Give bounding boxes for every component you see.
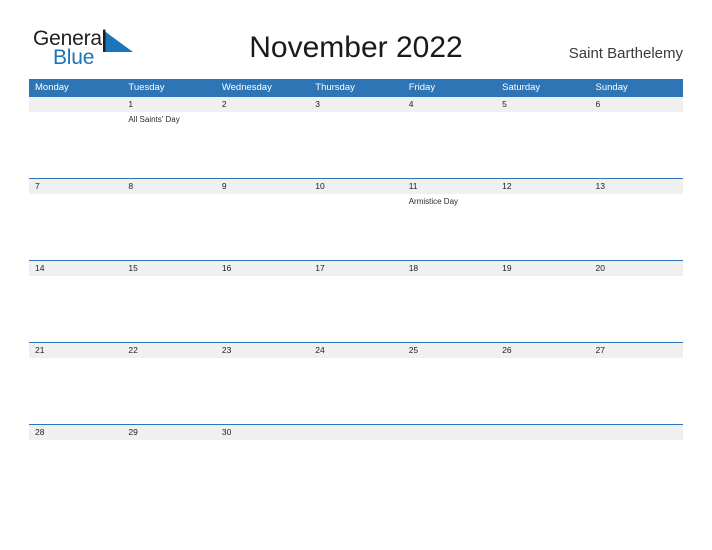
day-event-cell[interactable] <box>403 276 496 341</box>
day-event-cell[interactable] <box>216 276 309 341</box>
week-event-band <box>29 276 683 341</box>
day-event-cell[interactable] <box>216 112 309 177</box>
day-number-cell[interactable]: 17 <box>309 261 402 276</box>
day-number-cell[interactable] <box>590 425 683 440</box>
day-event-cell[interactable] <box>29 358 122 423</box>
day-number-cell[interactable] <box>309 425 402 440</box>
day-event-cell[interactable] <box>29 276 122 341</box>
day-event-cell[interactable] <box>216 358 309 423</box>
week-date-band: 14 15 16 17 18 19 20 <box>29 261 683 276</box>
day-number-cell[interactable]: 29 <box>122 425 215 440</box>
day-event-cell[interactable] <box>122 358 215 423</box>
day-event-cell[interactable] <box>309 112 402 177</box>
day-event-cell[interactable] <box>29 440 122 505</box>
day-event-cell[interactable]: All Saints' Day <box>122 112 215 177</box>
day-event-cell[interactable] <box>29 112 122 177</box>
day-event-cell[interactable] <box>496 440 589 505</box>
week-event-band <box>29 358 683 423</box>
weekday-header-monday: Monday <box>35 82 69 93</box>
day-number-cell[interactable]: 10 <box>309 179 402 194</box>
weekday-header-sunday: Sunday <box>595 82 628 93</box>
day-number-cell[interactable]: 18 <box>403 261 496 276</box>
weekday-header-friday: Friday <box>408 82 436 93</box>
day-event-cell[interactable] <box>496 112 589 177</box>
page-header: General Blue November 2022 Saint Barthel… <box>0 0 712 75</box>
day-number-cell[interactable]: 11 <box>403 179 496 194</box>
calendar-week-row: 1 2 3 4 5 6 All Saints' Day <box>29 97 683 178</box>
week-date-band: 7 8 9 10 11 12 13 <box>29 179 683 194</box>
day-event-cell[interactable] <box>590 194 683 259</box>
weekday-header-thursday: Thursday <box>315 82 355 93</box>
day-number-cell[interactable]: 20 <box>590 261 683 276</box>
day-number-cell[interactable]: 12 <box>496 179 589 194</box>
day-number-cell[interactable]: 21 <box>29 343 122 358</box>
weekday-header-wednesday: Wednesday <box>221 82 272 93</box>
day-number-cell[interactable]: 13 <box>590 179 683 194</box>
calendar-week-row: 7 8 9 10 11 12 13 Armistice Day <box>29 178 683 260</box>
day-event-cell[interactable] <box>309 440 402 505</box>
day-number-cell[interactable]: 26 <box>496 343 589 358</box>
day-number-cell[interactable] <box>403 425 496 440</box>
day-number-cell[interactable]: 15 <box>122 261 215 276</box>
day-event-cell[interactable]: Armistice Day <box>403 194 496 259</box>
week-date-band: 1 2 3 4 5 6 <box>29 97 683 112</box>
day-event-cell[interactable] <box>496 276 589 341</box>
day-number-cell[interactable]: 25 <box>403 343 496 358</box>
day-event-cell[interactable] <box>216 194 309 259</box>
calendar-week-row: 14 15 16 17 18 19 20 <box>29 260 683 342</box>
day-number-cell[interactable]: 19 <box>496 261 589 276</box>
day-number-cell[interactable]: 7 <box>29 179 122 194</box>
day-number-cell[interactable]: 2 <box>216 97 309 112</box>
day-number-cell[interactable]: 5 <box>496 97 589 112</box>
day-event-cell[interactable] <box>309 358 402 423</box>
day-number-cell[interactable]: 24 <box>309 343 402 358</box>
location-label: Saint Barthelemy <box>568 45 683 62</box>
week-event-band <box>29 440 683 505</box>
day-event-cell[interactable] <box>122 194 215 259</box>
day-number-cell[interactable] <box>29 97 122 112</box>
week-date-band: 21 22 23 24 25 26 27 <box>29 343 683 358</box>
day-event-cell[interactable] <box>590 440 683 505</box>
day-number-cell[interactable]: 30 <box>216 425 309 440</box>
weekday-header-tuesday: Tuesday <box>128 82 165 93</box>
weekday-header-row: Monday Tuesday Wednesday Thursday Friday… <box>29 79 683 97</box>
calendar-week-row: 28 29 30 <box>29 424 683 506</box>
day-event-cell[interactable] <box>590 276 683 341</box>
day-event-cell[interactable] <box>122 276 215 341</box>
day-number-cell[interactable]: 1 <box>122 97 215 112</box>
day-event-cell[interactable] <box>216 440 309 505</box>
day-event-cell[interactable] <box>403 440 496 505</box>
calendar-grid: Monday Tuesday Wednesday Thursday Friday… <box>29 79 683 506</box>
day-number-cell[interactable]: 8 <box>122 179 215 194</box>
day-number-cell[interactable]: 23 <box>216 343 309 358</box>
week-date-band: 28 29 30 <box>29 425 683 440</box>
day-event-cell[interactable] <box>590 358 683 423</box>
day-event-cell[interactable] <box>29 194 122 259</box>
day-number-cell[interactable] <box>496 425 589 440</box>
day-event-cell[interactable] <box>309 194 402 259</box>
day-number-cell[interactable]: 27 <box>590 343 683 358</box>
day-number-cell[interactable]: 14 <box>29 261 122 276</box>
day-event-cell[interactable] <box>403 358 496 423</box>
day-event-cell[interactable] <box>590 112 683 177</box>
day-number-cell[interactable]: 28 <box>29 425 122 440</box>
day-event-cell[interactable] <box>496 194 589 259</box>
calendar-week-row: 21 22 23 24 25 26 27 <box>29 342 683 424</box>
weekday-header-saturday: Saturday <box>502 82 541 93</box>
week-event-band: Armistice Day <box>29 194 683 259</box>
day-number-cell[interactable]: 3 <box>309 97 402 112</box>
day-event-cell[interactable] <box>309 276 402 341</box>
day-event-cell[interactable] <box>403 112 496 177</box>
day-event-cell[interactable] <box>122 440 215 505</box>
day-number-cell[interactable]: 4 <box>403 97 496 112</box>
week-event-band: All Saints' Day <box>29 112 683 177</box>
day-number-cell[interactable]: 6 <box>590 97 683 112</box>
day-event-cell[interactable] <box>496 358 589 423</box>
day-number-cell[interactable]: 16 <box>216 261 309 276</box>
day-number-cell[interactable]: 9 <box>216 179 309 194</box>
day-number-cell[interactable]: 22 <box>122 343 215 358</box>
